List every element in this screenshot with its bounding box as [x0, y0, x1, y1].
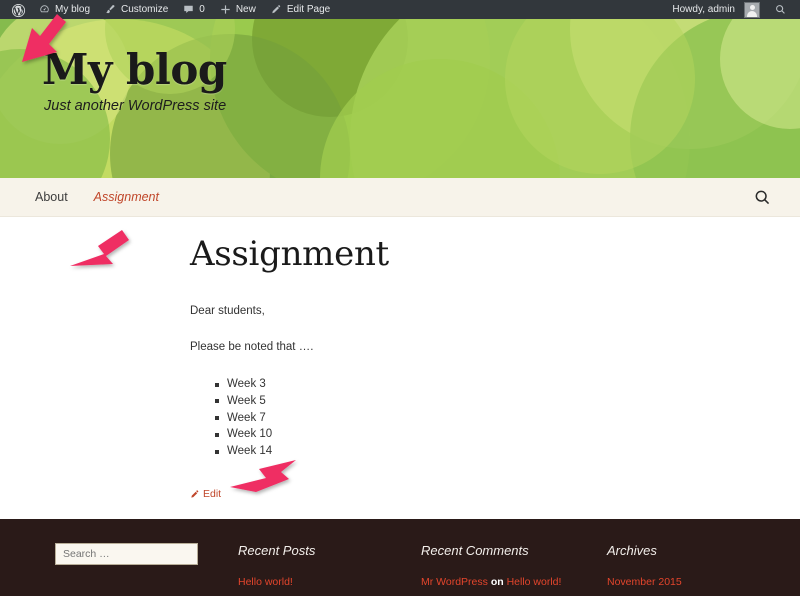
widget-search: [55, 543, 238, 589]
comment-bubble-icon: [182, 3, 195, 16]
comment-post-link[interactable]: Hello world!: [507, 576, 562, 588]
adminbar-comments[interactable]: 0: [175, 0, 212, 19]
search-icon[interactable]: [753, 188, 772, 207]
widget-title-archives: Archives: [607, 543, 657, 558]
list-item: Week 7: [215, 410, 620, 427]
comment-author-link[interactable]: Mr WordPress: [421, 576, 488, 588]
edit-link-label: Edit: [203, 487, 222, 500]
primary-navigation: About Assignment: [0, 178, 800, 217]
plus-icon: [219, 3, 232, 16]
adminbar-comment-count: 0: [199, 4, 205, 15]
main-content-area: Assignment Dear students, Please be note…: [0, 218, 800, 519]
adminbar-howdy-label: Howdy, admin: [672, 4, 735, 15]
adminbar-customize[interactable]: Customize: [97, 0, 175, 19]
nav-item-about[interactable]: About: [35, 190, 68, 204]
list-item: Week 14: [215, 443, 620, 460]
page-title: Assignment: [190, 234, 389, 274]
site-title[interactable]: My blog: [42, 47, 227, 93]
week-list: Week 3 Week 5 Week 7 Week 10 Week 14: [190, 376, 620, 460]
dashboard-icon: [38, 3, 51, 16]
widget-archives: Archives November 2015: [607, 543, 757, 589]
widget-recent-posts: Recent Posts Hello world!: [238, 543, 421, 589]
search-input[interactable]: [55, 543, 198, 565]
recent-post-link[interactable]: Hello world!: [238, 575, 421, 589]
list-item: Week 5: [215, 393, 620, 410]
widget-recent-comments: Recent Comments Mr WordPress on Hello wo…: [421, 543, 607, 589]
recent-comment-item: Mr WordPress on Hello world!: [421, 575, 607, 589]
entry-paragraph-note: Please be noted that ….: [190, 341, 314, 353]
search-icon: [774, 3, 787, 16]
paintbrush-icon: [104, 3, 117, 16]
nav-item-assignment[interactable]: Assignment: [94, 190, 159, 204]
site-footer: Recent Posts Hello world! Recent Comment…: [0, 519, 800, 596]
footer-widget-columns: Recent Posts Hello world! Recent Comment…: [0, 519, 800, 589]
list-item: Week 3: [215, 376, 620, 393]
adminbar-edit-page[interactable]: Edit Page: [263, 0, 337, 19]
comment-on-label: on: [490, 576, 504, 588]
archive-month-link[interactable]: November 2015: [607, 575, 757, 589]
widget-title-recent-posts: Recent Posts: [238, 543, 316, 558]
adminbar-site-name[interactable]: My blog: [31, 0, 97, 19]
adminbar-edit-page-label: Edit Page: [286, 4, 331, 15]
pencil-icon: [270, 3, 283, 16]
adminbar-site-name-label: My blog: [55, 4, 91, 15]
adminbar-new[interactable]: New: [212, 0, 263, 19]
site-branding: My blog Just another WordPress site: [42, 47, 227, 115]
adminbar-new-label: New: [235, 4, 256, 15]
entry-paragraph-greeting: Dear students,: [190, 305, 265, 317]
wp-admin-bar: My blog Customize 0 New Edit Page Howdy,…: [0, 0, 800, 19]
pencil-icon: [190, 489, 200, 499]
edit-post-link[interactable]: Edit: [190, 488, 620, 500]
adminbar-wp-logo[interactable]: [4, 0, 31, 19]
adminbar-my-account[interactable]: Howdy, admin: [665, 0, 767, 19]
adminbar-customize-label: Customize: [121, 4, 169, 15]
page-article: Assignment Dear students, Please be note…: [190, 234, 620, 500]
user-avatar-icon: [744, 1, 760, 18]
site-header-banner: My blog Just another WordPress site: [0, 19, 800, 178]
adminbar-search-button[interactable]: [767, 0, 794, 19]
site-tagline: Just another WordPress site: [44, 98, 227, 114]
wordpress-logo-icon: [11, 3, 26, 18]
list-item: Week 10: [215, 426, 620, 443]
widget-title-recent-comments: Recent Comments: [421, 543, 529, 558]
